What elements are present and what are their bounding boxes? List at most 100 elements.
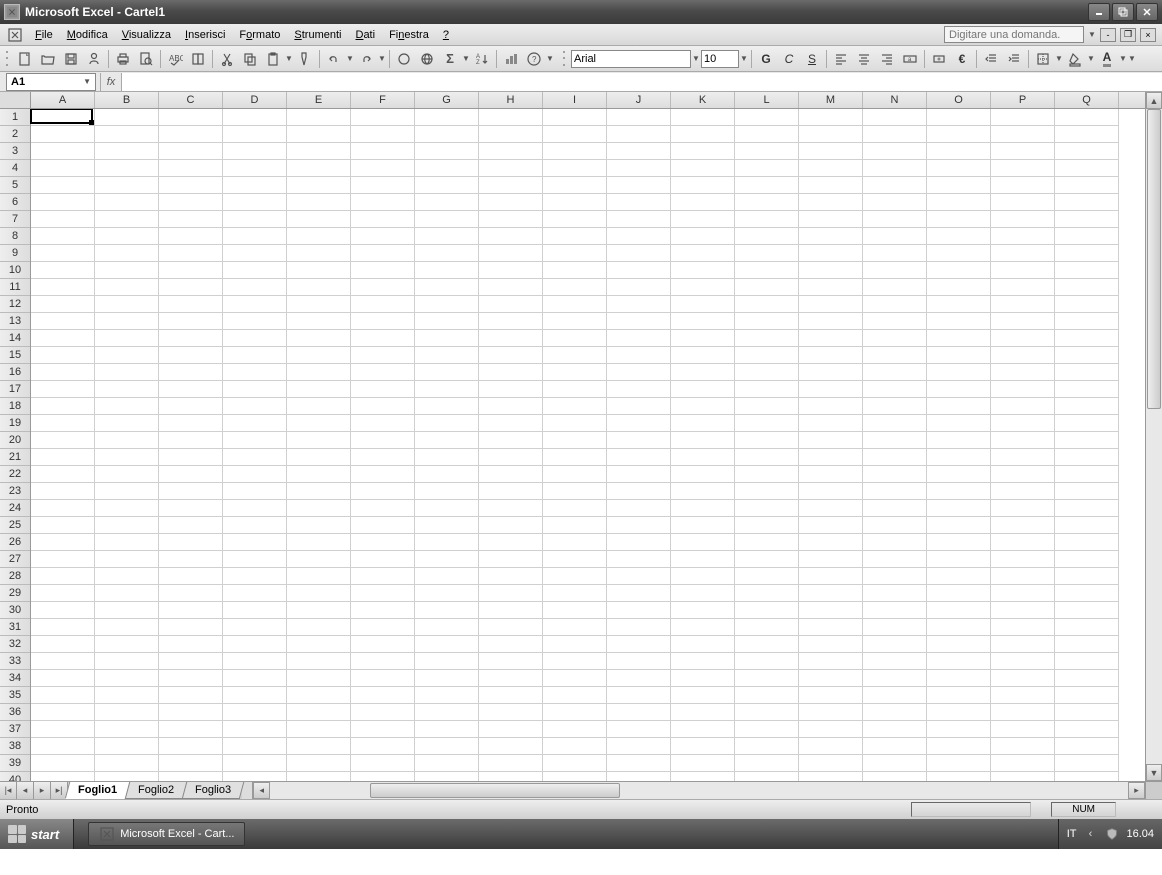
vscroll-thumb[interactable]: [1147, 109, 1161, 409]
row-header-34[interactable]: 34: [0, 670, 30, 687]
tray-shield-icon[interactable]: [1104, 826, 1120, 842]
sort-asc-button[interactable]: AZ: [471, 48, 493, 70]
redo-button[interactable]: [355, 48, 377, 70]
new-button[interactable]: [14, 48, 36, 70]
column-header-C[interactable]: C: [159, 92, 223, 108]
help-button[interactable]: ?: [523, 48, 545, 70]
column-header-N[interactable]: N: [863, 92, 927, 108]
menu-finestra[interactable]: Finestra: [382, 26, 436, 44]
menu-inserisci[interactable]: Inserisci: [178, 26, 232, 44]
help-dropdown-icon[interactable]: ▼: [1088, 30, 1096, 39]
row-header-31[interactable]: 31: [0, 619, 30, 636]
formatting-toolbar-options[interactable]: ▼: [1128, 54, 1136, 63]
row-header-30[interactable]: 30: [0, 602, 30, 619]
start-button[interactable]: start: [0, 819, 74, 849]
column-header-F[interactable]: F: [351, 92, 415, 108]
row-header-2[interactable]: 2: [0, 126, 30, 143]
underline-button[interactable]: S: [801, 48, 823, 70]
row-header-5[interactable]: 5: [0, 177, 30, 194]
row-header-35[interactable]: 35: [0, 687, 30, 704]
help-search-input[interactable]: [944, 26, 1084, 43]
scroll-down-button[interactable]: ▼: [1146, 764, 1162, 781]
row-header-19[interactable]: 19: [0, 415, 30, 432]
ink-button[interactable]: [393, 48, 415, 70]
row-header-22[interactable]: 22: [0, 466, 30, 483]
row-header-1[interactable]: 1: [0, 109, 30, 126]
menu-modifica[interactable]: Modifica: [60, 26, 115, 44]
row-header-6[interactable]: 6: [0, 194, 30, 211]
row-header-29[interactable]: 29: [0, 585, 30, 602]
row-header-18[interactable]: 18: [0, 398, 30, 415]
column-header-L[interactable]: L: [735, 92, 799, 108]
formula-input[interactable]: [122, 73, 1162, 91]
vscroll-track[interactable]: [1146, 109, 1162, 764]
row-header-26[interactable]: 26: [0, 534, 30, 551]
column-header-J[interactable]: J: [607, 92, 671, 108]
column-header-Q[interactable]: Q: [1055, 92, 1119, 108]
cells-area[interactable]: [31, 109, 1145, 781]
name-box-dropdown-icon[interactable]: ▼: [83, 77, 91, 86]
menu-formato[interactable]: Formato: [232, 26, 287, 44]
font-name-select[interactable]: [571, 50, 691, 68]
row-header-4[interactable]: 4: [0, 160, 30, 177]
menu-file[interactable]: File: [28, 26, 60, 44]
save-button[interactable]: [60, 48, 82, 70]
tab-nav-first[interactable]: |◂: [0, 782, 17, 799]
toolbar-options-dropdown[interactable]: ▼: [546, 54, 554, 63]
column-header-P[interactable]: P: [991, 92, 1055, 108]
euro-button[interactable]: €: [951, 48, 973, 70]
vertical-scrollbar[interactable]: ▲ ▼: [1145, 92, 1162, 781]
italic-button[interactable]: C: [778, 48, 800, 70]
row-header-36[interactable]: 36: [0, 704, 30, 721]
insert-function-button[interactable]: fx: [100, 73, 122, 91]
fill-color-dropdown-icon[interactable]: ▼: [1087, 54, 1095, 63]
mdi-close-button[interactable]: ×: [1140, 28, 1156, 42]
print-preview-button[interactable]: [135, 48, 157, 70]
row-header-21[interactable]: 21: [0, 449, 30, 466]
font-dropdown-icon[interactable]: ▼: [692, 54, 700, 63]
name-box[interactable]: A1 ▼: [6, 73, 96, 91]
column-header-E[interactable]: E: [287, 92, 351, 108]
scroll-up-button[interactable]: ▲: [1146, 92, 1162, 109]
scroll-left-button[interactable]: ◂: [253, 782, 270, 799]
workbook-icon[interactable]: [6, 26, 24, 44]
row-header-33[interactable]: 33: [0, 653, 30, 670]
chart-wizard-button[interactable]: [500, 48, 522, 70]
cut-button[interactable]: [216, 48, 238, 70]
row-header-13[interactable]: 13: [0, 313, 30, 330]
tab-nav-next[interactable]: ▸: [34, 782, 51, 799]
select-all-button[interactable]: [0, 92, 31, 108]
row-header-20[interactable]: 20: [0, 432, 30, 449]
currency-button[interactable]: [928, 48, 950, 70]
borders-dropdown-icon[interactable]: ▼: [1055, 54, 1063, 63]
row-header-14[interactable]: 14: [0, 330, 30, 347]
column-header-M[interactable]: M: [799, 92, 863, 108]
autosum-dropdown-icon[interactable]: ▼: [462, 54, 470, 63]
language-indicator[interactable]: IT: [1067, 828, 1077, 840]
column-header-B[interactable]: B: [95, 92, 159, 108]
scroll-right-button[interactable]: ▸: [1128, 782, 1145, 799]
row-header-10[interactable]: 10: [0, 262, 30, 279]
row-header-11[interactable]: 11: [0, 279, 30, 296]
paste-button[interactable]: [262, 48, 284, 70]
column-header-G[interactable]: G: [415, 92, 479, 108]
undo-dropdown-icon[interactable]: ▼: [346, 54, 354, 63]
row-header-16[interactable]: 16: [0, 364, 30, 381]
tray-chevron-icon[interactable]: ‹: [1082, 826, 1098, 842]
font-color-button[interactable]: A: [1096, 48, 1118, 70]
borders-button[interactable]: [1032, 48, 1054, 70]
tab-nav-prev[interactable]: ◂: [17, 782, 34, 799]
mdi-restore-button[interactable]: ❐: [1120, 28, 1136, 42]
align-left-button[interactable]: [830, 48, 852, 70]
fill-color-button[interactable]: [1064, 48, 1086, 70]
print-button[interactable]: [112, 48, 134, 70]
horizontal-scrollbar[interactable]: ◂ ▸: [252, 782, 1145, 799]
align-center-button[interactable]: [853, 48, 875, 70]
column-header-D[interactable]: D: [223, 92, 287, 108]
taskbar-clock[interactable]: 16.04: [1126, 828, 1154, 840]
row-header-12[interactable]: 12: [0, 296, 30, 313]
hscroll-thumb[interactable]: [370, 783, 620, 798]
column-header-H[interactable]: H: [479, 92, 543, 108]
hscroll-track[interactable]: [270, 782, 1128, 799]
font-color-dropdown-icon[interactable]: ▼: [1119, 54, 1127, 63]
